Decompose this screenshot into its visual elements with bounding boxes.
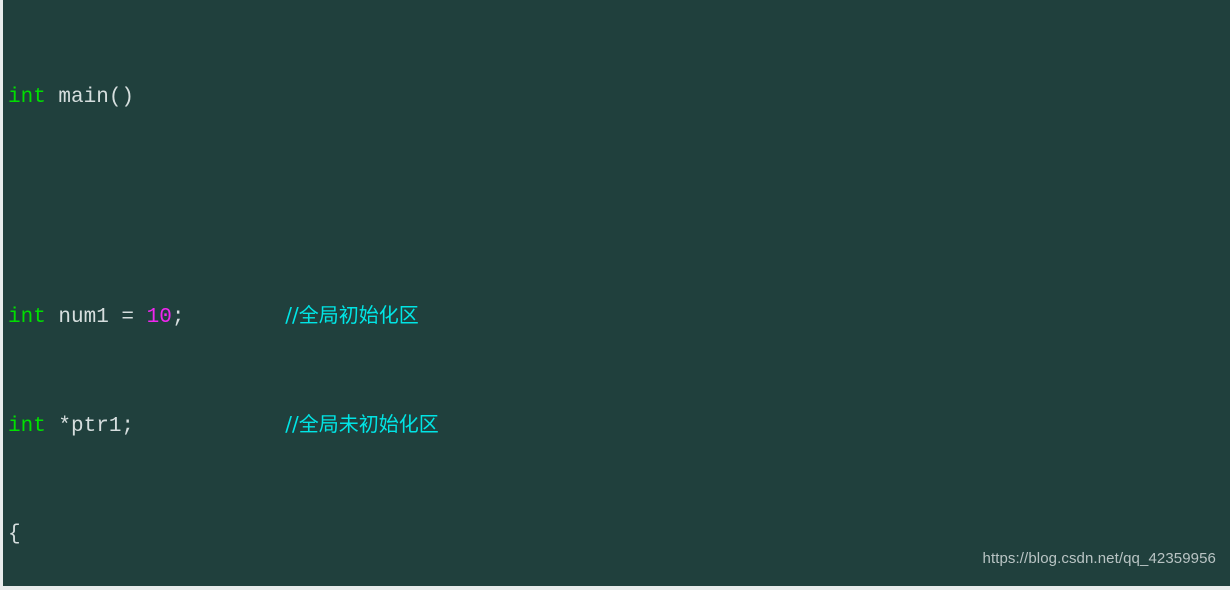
plain-token: num1 = [45, 306, 147, 330]
plain-token: *ptr1; [45, 415, 135, 439]
keyword-token: int [8, 85, 46, 109]
watermark-url: https://blog.csdn.net/qq_42359956 [982, 549, 1216, 567]
brace-token: { [8, 522, 21, 546]
punctuation-token: ; [171, 306, 185, 330]
code-line-3[interactable]: int num1 = 10; //全局初始化区 [3, 302, 1230, 329]
number-token: 10 [146, 306, 172, 330]
comment-token: //全局初始化区 [285, 303, 419, 328]
comment-token: //全局未初始化区 [285, 412, 439, 437]
code-line-1[interactable]: int main() [3, 84, 1230, 111]
keyword-token: int [8, 306, 46, 330]
code-line-4[interactable]: int *ptr1; //全局未初始化区 [3, 411, 1230, 438]
code-editor-pane[interactable]: int main() int num1 = 10; //全局初始化区 int *… [0, 0, 1230, 590]
code-line-2[interactable] [3, 193, 1230, 220]
keyword-token: int [8, 415, 46, 439]
code-content[interactable]: int main() int num1 = 10; //全局初始化区 int *… [3, 2, 1230, 586]
plain-token: main() [45, 85, 135, 109]
